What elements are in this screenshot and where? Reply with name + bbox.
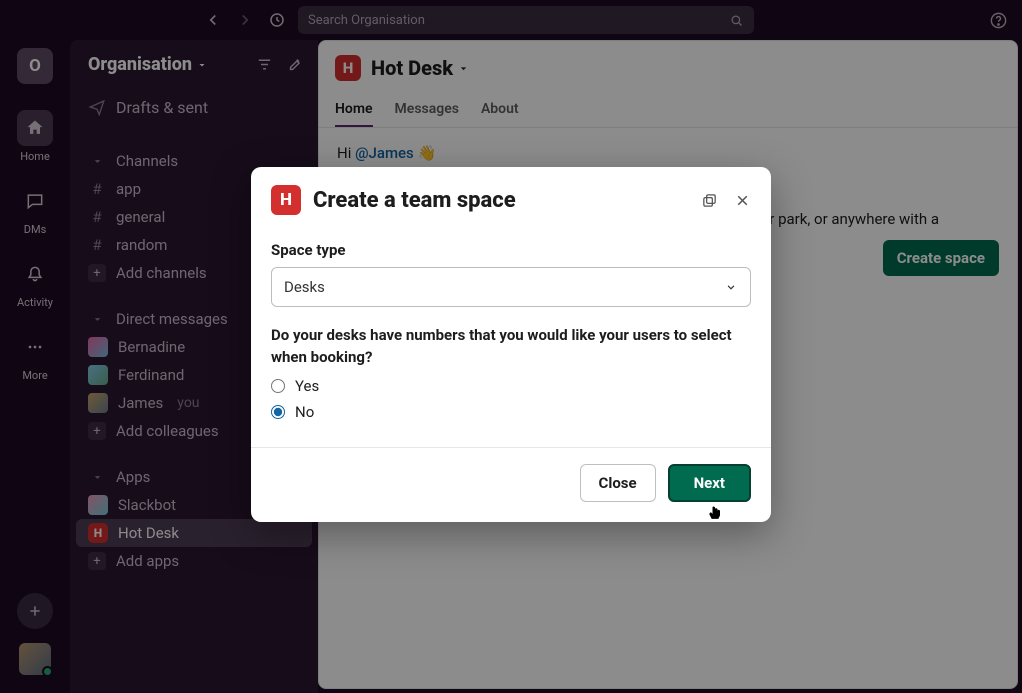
radio-no-input[interactable] xyxy=(271,405,285,419)
space-type-select[interactable]: Desks xyxy=(271,267,751,307)
space-type-label: Space type xyxy=(271,241,751,259)
close-button[interactable]: Close xyxy=(580,464,656,502)
select-value: Desks xyxy=(284,278,325,296)
next-button[interactable]: Next xyxy=(668,464,751,502)
modal-title: Create a team space xyxy=(313,188,516,213)
popout-icon[interactable] xyxy=(701,192,718,209)
close-icon[interactable] xyxy=(734,192,751,209)
radio-no[interactable]: No xyxy=(271,403,751,421)
cursor-pointer-icon xyxy=(705,502,725,524)
radio-yes[interactable]: Yes xyxy=(271,377,751,395)
create-team-space-modal: H Create a team space Space type Desks D… xyxy=(251,167,771,522)
radio-yes-input[interactable] xyxy=(271,379,285,393)
app-hot-desk-icon: H xyxy=(271,185,301,215)
desk-numbers-question: Do your desks have numbers that you woul… xyxy=(271,325,751,369)
chevron-down-icon xyxy=(724,280,738,294)
